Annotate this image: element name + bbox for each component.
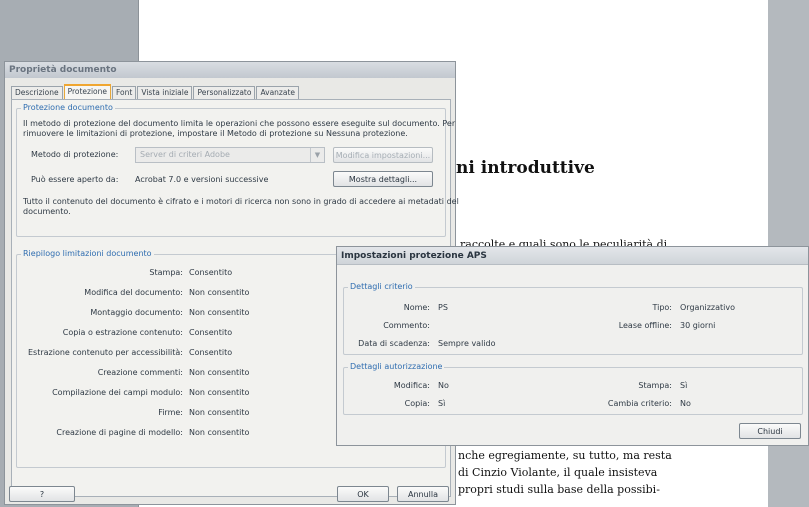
chevron-down-icon: ▼ [310, 148, 324, 162]
restriction-value: Consentito [189, 328, 233, 337]
type-value: Organizzativo [680, 303, 736, 312]
copy-value: Sì [438, 399, 446, 408]
modify-settings-button[interactable]: Modifica impostazioni... [333, 147, 433, 163]
modify-value: No [438, 381, 449, 390]
name-value: PS [438, 303, 448, 312]
restriction-value: Non consentito [189, 288, 250, 297]
open-by-value: Acrobat 7.0 e versioni successive [135, 175, 269, 184]
change-policy-label: Cambia criterio: [607, 399, 672, 408]
restriction-value: Consentito [189, 348, 233, 357]
type-label: Tipo: [652, 303, 672, 312]
restriction-label: Creazione commenti: [97, 368, 183, 377]
print-value: Sì [680, 381, 688, 390]
dialog-title: Proprietà documento [5, 62, 455, 78]
document-heading: ni introduttive [456, 158, 595, 178]
ok-button[interactable]: OK [337, 486, 389, 502]
tab-description[interactable]: Descrizione [11, 86, 63, 99]
intro-text: Il metodo di protezione del documento li… [23, 119, 456, 128]
restriction-value: Non consentito [189, 308, 250, 317]
restriction-label: Firme: [158, 408, 183, 417]
restriction-label: Montaggio documento: [90, 308, 183, 317]
copy-label: Copia: [404, 399, 430, 408]
restriction-value: Non consentito [189, 388, 250, 397]
aps-settings-dialog: Impostazioni protezione APS Dettagli cri… [336, 246, 809, 446]
tab-initial-view[interactable]: Vista iniziale [137, 86, 193, 99]
protection-group: Protezione documento Il metodo di protez… [16, 103, 459, 237]
restriction-value: Non consentito [189, 428, 250, 437]
restriction-label: Modifica del documento: [84, 288, 183, 297]
restriction-label: Creazione di pagine di modello: [56, 428, 183, 437]
restriction-label: Copia o estrazione contenuto: [62, 328, 183, 337]
print-label: Stampa: [638, 381, 672, 390]
tab-custom[interactable]: Personalizzato [193, 86, 256, 99]
method-select: Server di criteri Adobe ▼ [135, 147, 325, 163]
method-label: Metodo di protezione: [31, 150, 119, 159]
restriction-value: Consentito [189, 268, 233, 277]
change-policy-value: No [680, 399, 691, 408]
restriction-value: Non consentito [189, 368, 250, 377]
document-text-line: nche egregiamente, su tutto, ma resta [458, 449, 672, 462]
offline-lease-label: Lease offline: [618, 321, 672, 330]
method-value: Server di criteri Adobe [140, 150, 230, 159]
intro-text: rimuovere le limitazioni di protezione, … [23, 129, 408, 138]
criteria-group: Dettagli criterio Nome: PS Tipo: Organiz… [343, 282, 803, 355]
expiry-label: Data di scadenza: [358, 339, 430, 348]
tab-bar: Descrizione Protezione Font Vista inizia… [11, 84, 300, 99]
document-text-block: nche egregiamente, su tutto, ma resta di… [458, 447, 758, 498]
document-text-line: propri studi sulla base della possibi- [458, 483, 660, 496]
modify-label: Modifica: [393, 381, 430, 390]
offline-lease-value: 30 giorni [680, 321, 716, 330]
show-details-button[interactable]: Mostra dettagli... [333, 171, 433, 187]
restriction-label: Estrazione contenuto per accessibilità: [27, 348, 183, 357]
name-label: Nome: [403, 303, 430, 312]
restriction-label: Stampa: [149, 268, 183, 277]
group-title: Protezione documento [21, 103, 115, 112]
encryption-text: Tutto il contenuto del documento è cifra… [23, 197, 459, 206]
open-by-label: Può essere aperto da: [31, 175, 119, 184]
tab-advanced[interactable]: Avanzate [256, 86, 300, 99]
group-title: Dettagli criterio [348, 282, 415, 291]
dialog-title: Impostazioni protezione APS [337, 247, 808, 265]
close-button[interactable]: Chiudi [739, 423, 801, 439]
tab-font[interactable]: Font [112, 86, 137, 99]
cancel-button[interactable]: Annulla [397, 486, 449, 502]
tab-protection[interactable]: Protezione [63, 84, 112, 99]
group-title: Dettagli autorizzazione [348, 362, 445, 371]
document-text-line: di Cinzio Violante, il quale insisteva [458, 466, 658, 479]
encryption-text: documento. [23, 207, 71, 216]
comment-label: Commento: [383, 321, 430, 330]
help-button[interactable]: ? [9, 486, 75, 502]
restriction-label: Compilazione dei campi modulo: [52, 388, 183, 397]
group-title: Riepilogo limitazioni documento [21, 249, 154, 258]
restriction-value: Non consentito [189, 408, 250, 417]
expiry-value: Sempre valido [438, 339, 496, 348]
authorization-group: Dettagli autorizzazione Modifica: No Sta… [343, 362, 803, 415]
